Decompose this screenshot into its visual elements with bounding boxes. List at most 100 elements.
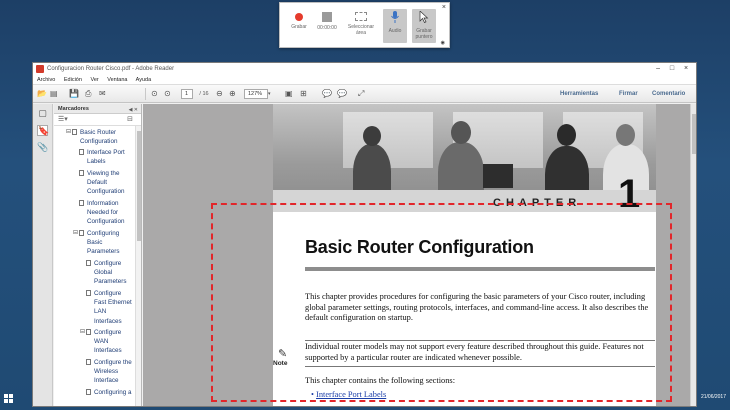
bookmarks-title: Marcadores [58,106,89,112]
bookmarks-icon[interactable]: 🔖 [37,125,49,136]
open-icon[interactable]: 📂 [37,88,47,100]
page-total: / 16 [199,91,209,97]
previous-page-icon[interactable]: ⊙ [151,88,158,100]
bookmark-label: Configure Global Parameters [94,260,127,286]
taskbar-date: 21/06/2017 [700,394,726,400]
record-pointer-toggle[interactable]: Grabar puntero [412,9,436,43]
create-icon[interactable]: ▤ [50,88,58,100]
bookmarks-header: Marcadores ◀ ✕ [54,104,141,114]
bookmark-item[interactable]: Interface Port Labels [79,148,125,166]
title-bar: Configuracion Router Cisco.pdf - Adobe R… [33,63,696,75]
recorder-eye-icon[interactable]: ◉ [441,40,445,46]
zoom-out-icon[interactable]: ⊖ [216,88,223,100]
collapse-icon[interactable]: ⊟ [73,229,78,238]
stop-button[interactable]: 00:00:00 [312,9,342,43]
bookmarks-tools: ☰▾ ⊟ [54,114,141,126]
page-icon [86,290,91,296]
page-icon [79,230,84,236]
bookmark-label: Configuring Basic Parameters [87,230,120,256]
bookmark-item[interactable]: Information Needed for Configuration [79,199,125,227]
audio-toggle[interactable]: Audio [383,9,407,43]
bookmark-label: Viewing the Default Configuration [87,170,125,196]
recorder-close-button[interactable]: × [442,4,446,11]
bookmark-item[interactable]: Configuring a [86,388,132,397]
menu-archivo[interactable]: Archivo [37,77,55,83]
attachments-icon[interactable]: 📎 [37,142,48,153]
bookmark-item[interactable]: ⊟ Basic Router Configuration [66,128,118,146]
select-area-icon [355,12,367,21]
record-label: Grabar [291,24,307,30]
fit-page-icon[interactable]: ▣ [285,88,293,100]
email-icon[interactable]: ✉ [99,88,106,100]
menu-ventana[interactable]: Ventana [107,77,127,83]
chapter-photo [273,104,656,212]
tools-button[interactable]: Herramientas [560,85,598,103]
document-scrollbar[interactable] [690,104,696,406]
maximize-button[interactable]: □ [666,63,678,75]
pointer-icon [419,10,429,23]
bookmark-item[interactable]: ⊟ Configuring Basic Parameters [73,229,120,257]
page-icon [72,129,77,135]
record-button[interactable]: Grabar [284,9,314,43]
menu-bar: Archivo Edición Ver Ventana Ayuda [33,75,696,85]
bookmark-label: Configure WAN Interfaces [94,329,122,355]
comment-button[interactable]: Comentario [652,85,685,103]
menu-ayuda[interactable]: Ayuda [136,77,152,83]
timer-label: 00:00:00 [317,25,337,31]
page-icon [86,389,91,395]
options-icon[interactable]: ☰▾ [58,115,68,123]
menu-edicion[interactable]: Edición [64,77,82,83]
page-icon [86,329,91,335]
page-icon [79,200,84,206]
navigation-rail: ▢ 🔖 📎 [33,104,53,406]
bookmark-item[interactable]: Configure Fast Ethernet LAN Interfaces [86,289,132,326]
expand-icon[interactable]: ⤢ [358,88,364,100]
stop-icon [322,12,332,22]
menu-ver[interactable]: Ver [90,77,98,83]
page-icon [79,149,84,155]
recording-selection-box[interactable] [211,203,672,402]
comment-bubble-icon[interactable]: 💬 [322,88,332,100]
next-page-icon[interactable]: ⊙ [164,88,171,100]
audio-label: Audio [388,28,402,34]
sign-button[interactable]: Firmar [619,85,638,103]
minimize-button[interactable]: – [652,63,664,75]
page-icon [86,359,91,365]
bookmark-item[interactable]: Configure Global Parameters [86,259,127,287]
select-area-button[interactable]: Seleccionar área [344,9,378,43]
window-title: Configuracion Router Cisco.pdf - Adobe R… [47,66,175,72]
record-icon [295,13,303,21]
highlight-icon[interactable]: 💬 [337,88,347,100]
page-icon [79,170,84,176]
bookmarks-panel: Marcadores ◀ ✕ ☰▾ ⊟ ⊟ Basic Router Configu… [54,104,142,406]
bookmark-item[interactable]: Viewing the Default Configuration [79,169,125,197]
bookmark-label: Configuring a [94,389,132,396]
fit-width-icon[interactable]: ⊞ [300,88,307,100]
page-number-field[interactable]: 1 [181,89,193,99]
pages-icon[interactable]: ▢ [37,108,48,119]
new-bookmark-icon[interactable]: ⊟ [127,115,133,123]
zoom-field[interactable]: 127% [244,89,268,99]
collapse-icon[interactable]: ⊟ [80,328,85,337]
bookmark-item[interactable]: Configure the Wireless Interface [86,358,132,386]
collapse-icon[interactable]: ⊟ [66,128,71,137]
close-button[interactable]: × [680,63,692,75]
zoom-dropdown-icon[interactable]: ▾ [268,88,271,100]
bookmark-label: Configure Fast Ethernet LAN Interfaces [94,290,132,325]
bookmark-label: Information Needed for Configuration [87,200,125,226]
print-icon[interactable]: ⎙ [85,88,91,100]
pdf-icon [36,65,44,73]
bookmark-label: Configure the Wireless Interface [94,359,132,385]
save-icon[interactable]: 💾 [69,88,79,100]
pointer-label: Grabar puntero [415,28,433,40]
microphone-icon [391,11,399,23]
screen-recorder-toolbar: Grabar 00:00:00 Seleccionar área Audio G… [279,2,450,48]
bookmarks-scrollbar[interactable] [135,126,141,406]
bookmark-label: Interface Port Labels [87,149,125,166]
select-area-label: Seleccionar área [347,24,375,36]
zoom-in-icon[interactable]: ⊕ [229,88,236,100]
bookmark-item[interactable]: ⊟ Configure WAN Interfaces [80,328,122,356]
bookmark-label: Basic Router Configuration [80,129,118,146]
windows-start-icon[interactable] [4,394,14,404]
page-icon [86,260,91,266]
